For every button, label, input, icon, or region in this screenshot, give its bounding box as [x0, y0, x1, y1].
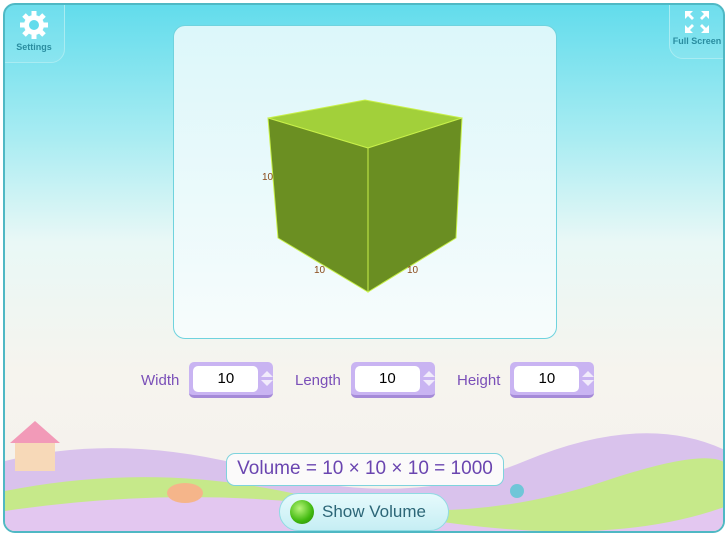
increment-arrow-icon[interactable]	[422, 371, 435, 377]
app-window: Settings Full Screen 10 10 10 Width 10 L…	[3, 3, 725, 533]
increment-arrow-icon[interactable]	[261, 371, 274, 377]
length-label: 10	[407, 265, 419, 276]
height-stepper[interactable]: 10	[510, 362, 595, 398]
height-control: Height 10	[457, 362, 595, 398]
length-label: Length	[295, 371, 341, 389]
settings-label: Settings	[16, 42, 52, 52]
gear-icon	[20, 11, 48, 39]
fullscreen-icon	[685, 11, 709, 33]
height-label: Height	[457, 371, 501, 389]
decrement-arrow-icon[interactable]	[261, 380, 274, 386]
volume-formula: Volume = 10 × 10 × 10 = 1000	[226, 453, 504, 486]
height-label: 10	[262, 172, 274, 183]
indicator-light-icon	[290, 500, 314, 524]
width-input[interactable]: 10	[193, 365, 259, 392]
increment-arrow-icon[interactable]	[582, 371, 595, 377]
length-stepper[interactable]: 10	[350, 362, 435, 398]
fullscreen-button[interactable]: Full Screen	[669, 5, 723, 59]
settings-button[interactable]: Settings	[5, 5, 65, 63]
width-label: Width	[141, 371, 180, 389]
length-control: Length 10	[295, 362, 435, 398]
show-volume-label: Show Volume	[322, 502, 426, 521]
cube-3d	[267, 99, 463, 293]
height-input[interactable]: 10	[514, 365, 580, 392]
width-stepper[interactable]: 10	[189, 362, 274, 398]
decrement-arrow-icon[interactable]	[422, 380, 435, 386]
length-input[interactable]: 10	[354, 365, 420, 392]
decrement-arrow-icon[interactable]	[582, 380, 595, 386]
width-control: Width 10	[141, 362, 274, 398]
cube-stage[interactable]: 10 10 10	[173, 25, 557, 339]
show-volume-button[interactable]: Show Volume	[279, 493, 449, 531]
fullscreen-label: Full Screen	[672, 36, 722, 46]
width-label: 10	[314, 265, 326, 276]
